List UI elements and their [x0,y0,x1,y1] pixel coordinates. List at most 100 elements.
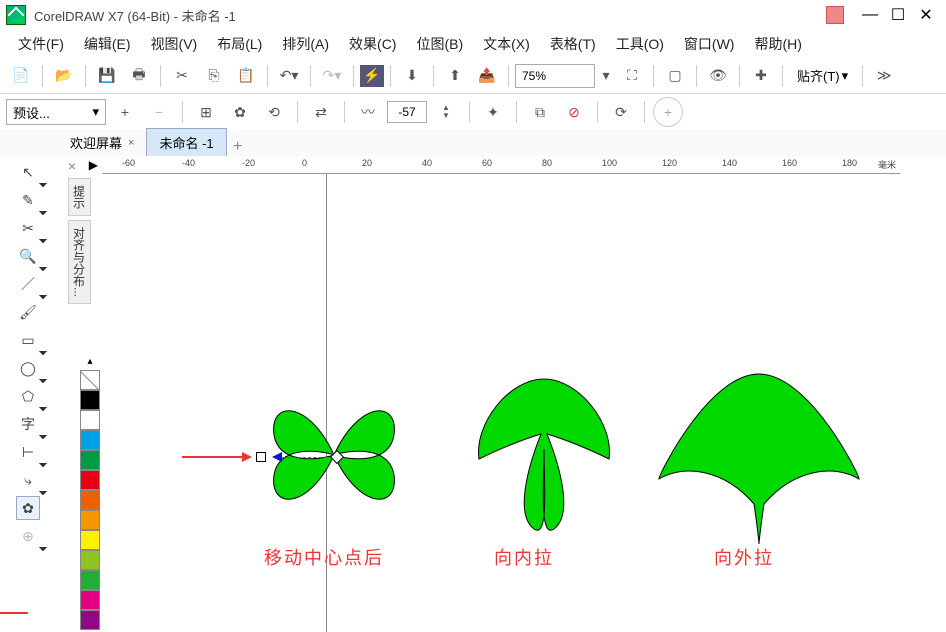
import-button[interactable]: ⬇ [397,61,427,91]
new-button[interactable]: 📄 [6,61,36,91]
color-swatch[interactable] [80,530,100,550]
text-tool[interactable]: 字 [16,412,40,436]
color-swatch[interactable] [80,550,100,570]
color-swatch[interactable] [80,570,100,590]
refresh-button[interactable]: ⟳ [606,97,636,127]
color-swatch[interactable] [80,410,100,430]
maximize-button[interactable]: ☐ [884,4,912,26]
node-add-icon[interactable]: ⊞ [191,97,221,127]
label-pull-in: 向内拉 [494,544,554,570]
workspace: ↖ ✎ ✂ 🔍 ／ 🖌 ▭ ◯ ⬠ 字 ⊢ ⤷ ✿ ⊕ ↘ -80-60-40-… [0,156,946,632]
pick-tool[interactable]: ↖ [16,160,40,184]
menu-bitmap[interactable]: 位图(B) [408,31,471,57]
pinched-shape[interactable] [459,364,629,544]
node-gear-icon[interactable]: ✿ [225,97,255,127]
annotation-arrow-icon [182,449,252,465]
snap-button[interactable]: 贴齐(T) ▾ [789,66,856,85]
menu-help[interactable]: 帮助(H) [746,31,809,57]
menu-arrange[interactable]: 排列(A) [274,31,337,57]
options-button[interactable]: ≫ [869,61,899,91]
palette-scroll-up[interactable]: ▴ [80,356,100,370]
zoom-tool[interactable]: 🔍 [16,244,40,268]
preset-add-button[interactable]: + [110,97,140,127]
expanded-shape[interactable] [654,364,864,549]
color-swatch[interactable] [80,390,100,410]
ruler-tick: 80 [542,158,552,168]
paste-button[interactable]: 📋 [231,61,261,91]
tab-close-icon[interactable]: × [128,137,134,149]
open-button[interactable]: 📂 [49,61,79,91]
close-button[interactable]: ✕ [912,4,940,26]
docker-close-icon[interactable]: × [68,158,76,174]
spray-button[interactable]: ✦ [478,97,508,127]
ruler-tick: -20 [242,158,255,168]
eyedropper-tool[interactable]: ⊕ [16,524,40,548]
color-swatch[interactable] [80,590,100,610]
grid-button[interactable]: 👁 [703,61,733,91]
label-pull-out: 向外拉 [714,544,774,570]
ellipse-tool[interactable]: ◯ [16,356,40,380]
add-button[interactable]: + [653,97,683,127]
menu-layout[interactable]: 布局(L) [209,31,270,57]
export-button[interactable]: ⬆ [440,61,470,91]
menu-text[interactable]: 文本(X) [475,31,538,57]
node-random-icon[interactable]: ⟲ [259,97,289,127]
user-badge-icon[interactable] [826,6,844,24]
tab-welcome[interactable]: 欢迎屏幕 × [58,129,146,156]
menu-edit[interactable]: 编辑(E) [76,31,139,57]
rotation-stepper[interactable]: ▲▼ [431,97,461,127]
selection-handle[interactable] [256,452,266,462]
menu-file[interactable]: 文件(F) [10,31,72,57]
polygon-tool[interactable]: ⬠ [16,384,40,408]
ruler-tick: 180 [842,158,857,168]
hints-docker-tab[interactable]: 提示 [68,178,91,216]
no-symbol-icon[interactable]: ⊘ [559,97,589,127]
rulers-button[interactable]: ▢ [660,61,690,91]
tab-document[interactable]: 未命名 -1 [146,128,226,156]
rectangle-tool[interactable]: ▭ [16,328,40,352]
menu-effects[interactable]: 效果(C) [341,31,404,57]
zoom-dropdown[interactable]: ▾ [597,61,615,91]
preset-dropdown[interactable]: 预设...▾ [6,99,106,125]
mirror-button[interactable]: ⇄ [306,97,336,127]
preset-remove-button[interactable]: − [144,97,174,127]
save-button[interactable]: 💾 [92,61,122,91]
rotation-input[interactable] [387,101,427,123]
ruler-tick: 60 [482,158,492,168]
dimension-tool[interactable]: ⊢ [16,440,40,464]
color-swatch[interactable] [80,490,100,510]
crop-tool[interactable]: ✂ [16,216,40,240]
zoom-level-input[interactable]: 75% [515,64,595,88]
publish-button[interactable]: 📤 [472,61,502,91]
color-swatch[interactable] [80,610,100,630]
print-button[interactable]: 🖶 [124,61,154,91]
color-swatch[interactable] [80,430,100,450]
color-swatch[interactable] [80,450,100,470]
copy-button[interactable]: ⎘ [199,61,229,91]
tab-add-button[interactable]: + [227,138,249,156]
menu-window[interactable]: 窗口(W) [676,31,743,57]
color-swatch[interactable] [80,510,100,530]
shape-tool[interactable]: ✎ [16,188,40,212]
search-button[interactable]: ⚡ [360,65,384,87]
connector-tool[interactable]: ⤷ [16,468,40,492]
artistic-media-tool[interactable]: 🖌 [16,300,40,324]
minimize-button[interactable]: — [856,4,884,26]
color-swatch[interactable] [80,470,100,490]
cut-button[interactable]: ✂ [167,61,197,91]
menu-view[interactable]: 视图(V) [143,31,206,57]
redo-button[interactable]: ↷▾ [317,61,347,91]
interactive-tool[interactable]: ✿ [16,496,40,520]
undo-button[interactable]: ↶▾ [274,61,304,91]
swatch-none[interactable] [80,370,100,390]
align-docker-tab[interactable]: 对齐与分布... [68,220,91,304]
horizontal-ruler[interactable]: -80-60-40-20020406080100120140160180毫米 [56,156,900,174]
menu-tools[interactable]: 工具(O) [608,31,672,57]
freehand-tool[interactable]: ／ [16,272,40,296]
group-button[interactable]: ⧉ [525,97,555,127]
guidelines-button[interactable]: ✚ [746,61,776,91]
menu-table[interactable]: 表格(T) [542,31,604,57]
fullscreen-button[interactable]: ⛶ [617,61,647,91]
docker-expand-icon[interactable]: ▶ [89,158,98,172]
canvas[interactable]: 移动中心点后 向内拉 向外拉 [74,174,900,632]
